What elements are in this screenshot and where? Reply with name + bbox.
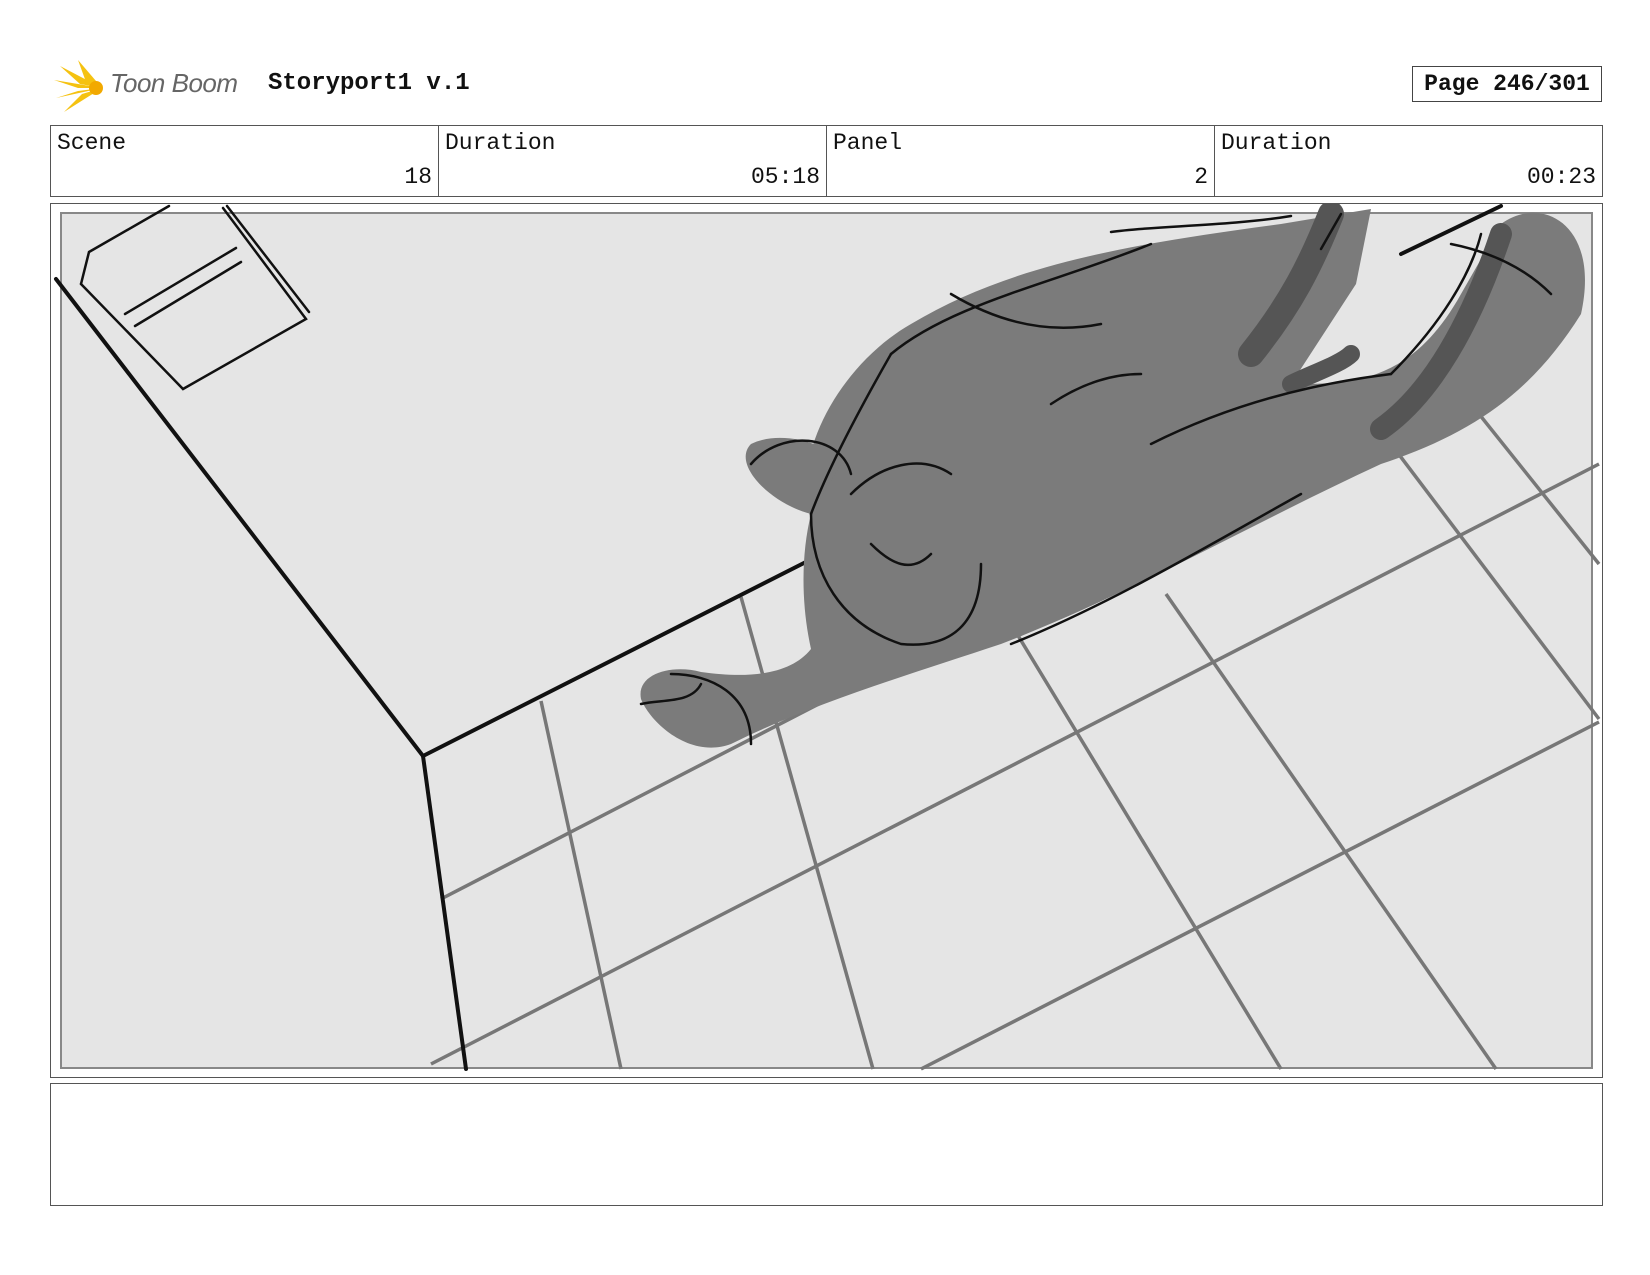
scene-duration-cell: Duration 05:18	[439, 126, 827, 196]
project-title: Storyport1 v.1	[268, 70, 470, 97]
panel-duration-value: 00:23	[1526, 164, 1596, 190]
logo-text: Toon Boom	[110, 68, 238, 98]
panel-sketch	[54, 204, 1601, 1071]
panel-value: 2	[1194, 164, 1208, 190]
scene-duration-value: 05:18	[750, 164, 820, 190]
scene-cell: Scene 18	[51, 126, 439, 196]
panel-notes-box	[50, 1083, 1603, 1206]
panel-info-table: Scene 18 Duration 05:18 Panel 2 Duration…	[50, 125, 1603, 197]
toon-boom-logo: Toon Boom	[52, 56, 252, 112]
scene-label: Scene	[57, 130, 127, 156]
scene-duration-label: Duration	[445, 130, 556, 156]
panel-label: Panel	[833, 130, 903, 156]
panel-duration-label: Duration	[1221, 130, 1332, 156]
scene-value: 18	[404, 164, 432, 190]
storyboard-panel-frame	[50, 203, 1603, 1078]
page-number: Page 246/301	[1412, 66, 1602, 102]
panel-duration-cell: Duration 00:23	[1215, 126, 1602, 196]
panel-cell: Panel 2	[827, 126, 1215, 196]
sunburst-logo-icon	[54, 60, 103, 112]
